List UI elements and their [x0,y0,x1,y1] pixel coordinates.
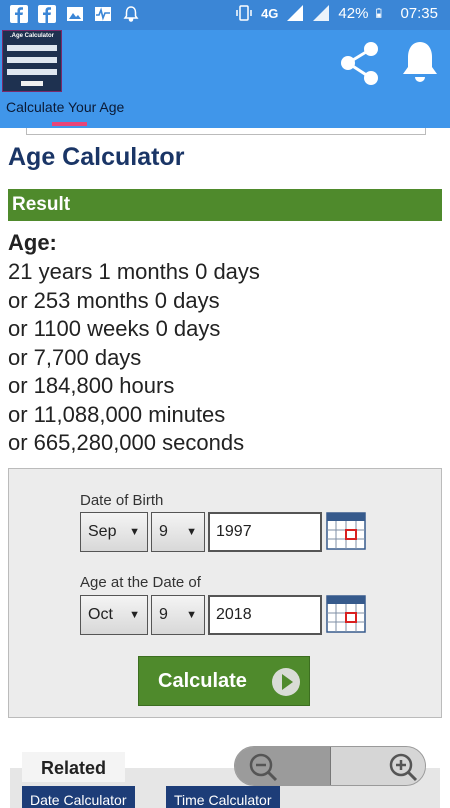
tab-indicator [52,122,87,126]
battery-percent: 42% [338,4,369,22]
age-result-line: or 184,800 hours [8,373,175,398]
app-logo[interactable]: .Age Calculator [2,30,62,92]
dob-day-value: 9 [159,523,168,540]
battery-icon [376,8,382,18]
dob-month-value: Sep [88,523,117,540]
ad-banner-edge [26,128,426,135]
signal-icon [287,5,304,21]
age-result-line: 21 years 1 months 0 days [8,259,260,284]
date-calculator-link[interactable]: Date Calculator [22,786,135,808]
play-arrow-icon [272,668,300,696]
bell-icon [123,6,139,22]
status-bar: 4G 42% 07:35 [0,0,450,30]
age-result-line: or 7,700 days [8,344,142,370]
dob-year-value: 1997 [216,523,252,540]
dropdown-arrow-icon: ▼ [129,526,140,538]
result-header: Result [8,189,442,221]
age-result-line: or 11,088,000 minutes [8,401,226,427]
page-title: Age Calculator [8,143,185,171]
related-tab[interactable]: Related [22,752,125,782]
age-result-line: or 1100 weeks 0 days [8,316,221,341]
dob-label: Date of Birth [80,492,164,509]
zoom-in-button[interactable] [331,747,425,785]
at-year-input[interactable]: 2018 [208,595,322,635]
zoom-out-button[interactable] [235,747,330,785]
app-bar: .Age Calculator Calculate Your Age [0,30,450,128]
age-at-date-label: Age at the Date of [80,574,201,591]
app-logo-caption: .Age Calculator [9,33,54,39]
facebook-icon [10,5,28,23]
facebook-icon [38,5,56,23]
calculate-button-label: Calculate [158,670,247,692]
clock: 07:35 [400,4,438,22]
dob-day-select[interactable]: 9 ▼ [151,512,205,552]
vibrate-icon [236,5,252,21]
result-header-label: Result [12,194,71,215]
dropdown-arrow-icon: ▼ [186,526,197,538]
zoom-in-icon [389,753,418,782]
dropdown-arrow-icon: ▼ [129,609,140,621]
age-label: Age: [8,230,57,255]
at-year-value: 2018 [216,606,252,623]
dropdown-arrow-icon: ▼ [186,609,197,621]
zoom-out-icon [249,753,278,782]
age-result-line: or 253 months 0 days [8,287,220,313]
zoom-control [234,746,426,786]
image-icon [67,7,83,21]
at-day-select[interactable]: 9 ▼ [151,595,205,635]
at-month-select[interactable]: Oct ▼ [80,595,148,635]
dob-month-select[interactable]: Sep ▼ [80,512,148,552]
at-month-value: Oct [88,606,113,623]
tab-calculate-your-age[interactable]: Calculate Your Age [6,99,124,115]
pulse-icon [95,7,111,21]
calendar-icon[interactable] [326,595,366,633]
calendar-icon[interactable] [326,512,366,550]
at-day-value: 9 [159,606,168,623]
dob-year-input[interactable]: 1997 [208,512,322,552]
notification-bell-icon[interactable] [400,40,440,84]
signal-icon [313,5,330,21]
time-calculator-link[interactable]: Time Calculator [166,786,280,808]
age-result-line: or 665,280,000 seconds [8,430,245,455]
share-icon[interactable] [338,40,384,86]
calculate-button[interactable]: Calculate [138,656,310,706]
age-result-list: 21 years 1 months 0 days or 253 months 0… [8,258,260,458]
network-type: 4G [261,5,279,21]
